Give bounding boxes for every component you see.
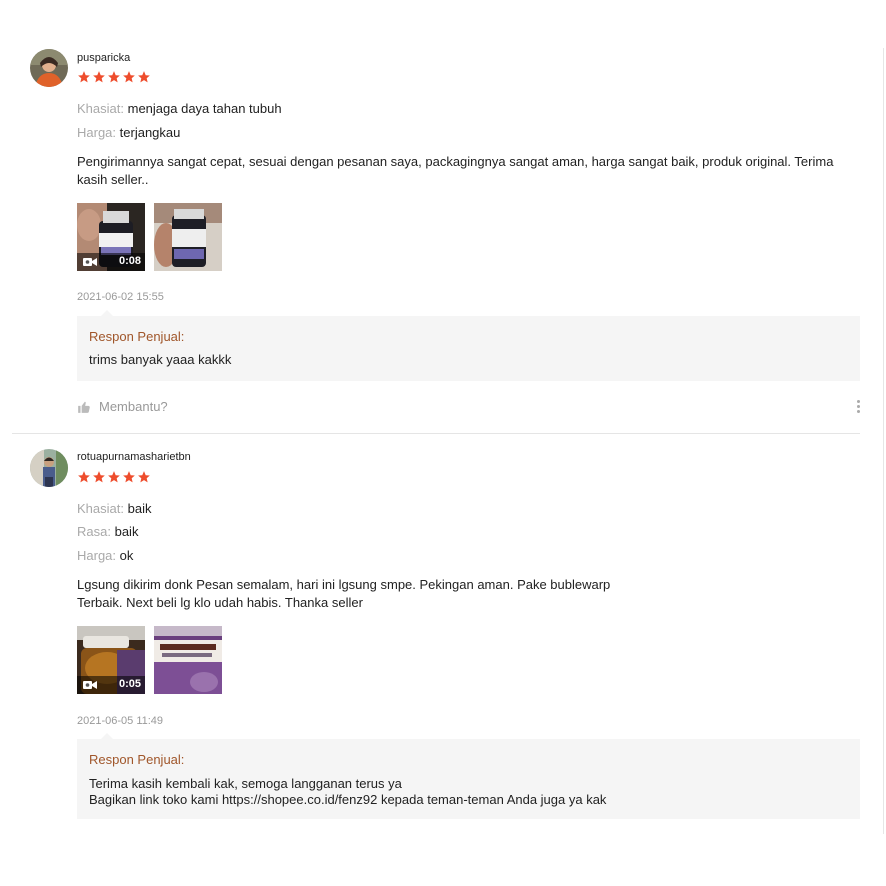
helpful-button[interactable]: Membantu? (77, 399, 168, 414)
review-attribute: Khasiat: menjaga daya tahan tubuh (77, 101, 282, 117)
video-duration: 0:08 (118, 255, 141, 267)
reply-caret (101, 733, 113, 739)
reply-line: trims banyak yaaa kakkk (89, 352, 232, 367)
reply-line: Terima kasih kembali kak, semoga langgan… (89, 776, 402, 791)
seller-reply-label: Respon Penjual: (89, 752, 185, 767)
review-attribute: Rasa: baik (77, 524, 138, 540)
seller-reply-label: Respon Penjual: (89, 329, 185, 344)
star-icon (93, 471, 105, 483)
attribute-value: baik (114, 524, 139, 539)
comment-line: Lgsung dikirim donk Pesan semalam, hari … (77, 577, 611, 592)
review-attribute: Harga: ok (77, 548, 133, 564)
seller-reply: Respon Penjual: Terima kasih kembali kak… (77, 733, 860, 819)
star-rating (77, 70, 151, 84)
attribute-value: ok (119, 548, 134, 563)
star-icon (108, 471, 120, 483)
seller-reply: Respon Penjual: trims banyak yaaa kakkk (77, 310, 860, 381)
video-camera-icon (83, 258, 97, 266)
attribute-value: menjaga daya tahan tubuh (127, 101, 282, 116)
reviewer-username[interactable]: pusparicka (77, 52, 130, 64)
seller-reply-text: trims banyak yaaa kakkk (89, 352, 231, 368)
review-image-thumbnail[interactable] (154, 626, 222, 694)
comment-line: kasih seller.. (77, 172, 149, 187)
review-image-thumbnail[interactable] (154, 203, 222, 271)
attribute-key: Harga: (77, 548, 117, 563)
star-icon (78, 71, 90, 83)
attribute-key: Khasiat: (77, 101, 124, 116)
more-options-button[interactable] (854, 400, 862, 416)
review-attribute: Khasiat: baik (77, 501, 151, 517)
attribute-value: terjangkau (119, 125, 181, 140)
video-overlay: 0:08 (77, 253, 145, 271)
avatar[interactable] (30, 49, 68, 87)
scroll-edge (883, 48, 884, 834)
review-video-thumbnail[interactable]: 0:05 (77, 626, 145, 694)
video-duration: 0:05 (118, 678, 141, 690)
attribute-key: Harga: (77, 125, 117, 140)
review-comment: Lgsung dikirim donk Pesan semalam, hari … (77, 576, 847, 612)
review-attribute: Harga: terjangkau (77, 125, 180, 141)
star-rating (77, 470, 151, 484)
avatar[interactable] (30, 449, 68, 487)
review-date: 2021-06-05 11:49 (77, 715, 164, 727)
star-icon (138, 471, 150, 483)
seller-reply-text: Terima kasih kembali kak, semoga langgan… (89, 776, 606, 808)
video-overlay: 0:05 (77, 676, 145, 694)
review-video-thumbnail[interactable]: 0:08 (77, 203, 145, 271)
reply-line: Bagikan link toko kami https://shopee.co… (89, 792, 607, 807)
attribute-key: Rasa: (77, 524, 111, 539)
more-vertical-icon (854, 400, 862, 413)
video-camera-icon (83, 681, 97, 689)
review-divider (12, 433, 860, 434)
star-icon (123, 71, 135, 83)
star-icon (93, 71, 105, 83)
star-icon (108, 71, 120, 83)
review-comment: Pengirimannya sangat cepat, sesuai denga… (77, 153, 847, 189)
star-icon (78, 471, 90, 483)
attribute-value: baik (127, 501, 152, 516)
thumbs-up-icon (78, 401, 90, 413)
attribute-key: Khasiat: (77, 501, 124, 516)
review-date: 2021-06-02 15:55 (77, 291, 164, 303)
reply-caret (101, 310, 113, 316)
star-icon (123, 471, 135, 483)
comment-line: Terbaik. Next beli lg klo udah habis. Th… (77, 595, 363, 610)
reviewer-username[interactable]: rotuapurnamasharietbn (77, 451, 191, 463)
helpful-label: Membantu? (99, 399, 168, 414)
star-icon (138, 71, 150, 83)
comment-line: Pengirimannya sangat cepat, sesuai denga… (77, 154, 834, 169)
